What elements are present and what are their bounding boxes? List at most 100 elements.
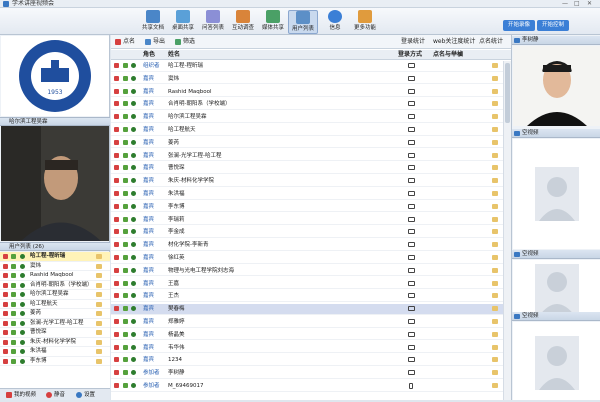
- table-row[interactable]: 嘉宾 窦炜: [111, 74, 503, 85]
- rollcall-button[interactable]: 点名: [123, 35, 135, 49]
- mic-icon[interactable]: [114, 357, 119, 363]
- user-list-item[interactable]: 李东博: [0, 357, 110, 366]
- table-row[interactable]: 嘉宾 樊春梅: [111, 304, 503, 315]
- camera-icon[interactable]: [123, 88, 128, 94]
- user-list-item[interactable]: 哈工程-程昕瑞: [0, 252, 110, 262]
- camera-icon[interactable]: [123, 255, 128, 260]
- hand-icon[interactable]: [492, 165, 498, 171]
- hand-icon[interactable]: [492, 63, 498, 68]
- settings-button[interactable]: 设置: [84, 389, 95, 401]
- hand-icon[interactable]: [492, 242, 498, 248]
- toolbar-info[interactable]: 信息: [320, 10, 350, 34]
- mic-icon[interactable]: [114, 88, 119, 94]
- col-login[interactable]: 登录方式: [398, 50, 422, 60]
- table-row[interactable]: 参加者 M_69469017: [111, 381, 503, 392]
- table-row[interactable]: 嘉宾 1234: [111, 355, 503, 366]
- camera-icon[interactable]: [123, 63, 128, 68]
- hand-icon[interactable]: [492, 331, 498, 337]
- mic-icon[interactable]: [114, 114, 119, 120]
- start-control-button[interactable]: 开始控制: [537, 20, 570, 31]
- camera-icon[interactable]: [123, 75, 128, 81]
- hand-icon[interactable]: [492, 370, 498, 376]
- mic-icon[interactable]: [114, 101, 119, 107]
- table-row[interactable]: 嘉宾 曹悦琛: [111, 163, 503, 174]
- mic-icon[interactable]: [114, 255, 119, 260]
- table-row[interactable]: 嘉宾 哈尔滨工程吴霖: [111, 112, 503, 123]
- table-row[interactable]: 参加者 李树静: [111, 368, 503, 379]
- table-row[interactable]: 嘉宾 Rashid Maqbool: [111, 87, 503, 98]
- camera-icon[interactable]: [123, 383, 128, 388]
- hand-icon[interactable]: [492, 344, 498, 350]
- table-row[interactable]: 嘉宾 王嘉: [111, 279, 503, 290]
- hand-icon[interactable]: [492, 383, 498, 388]
- camera-icon[interactable]: [123, 357, 128, 363]
- table-row[interactable]: 嘉宾 哈工程航天: [111, 125, 503, 136]
- hand-icon[interactable]: [492, 88, 498, 94]
- camera-icon[interactable]: [123, 191, 128, 196]
- mic-icon[interactable]: [114, 280, 119, 286]
- maximize-button[interactable]: □: [574, 0, 580, 8]
- mic-icon[interactable]: [114, 306, 119, 312]
- mic-icon[interactable]: [114, 152, 119, 158]
- scrollbar-thumb[interactable]: [505, 63, 510, 123]
- hand-icon[interactable]: [492, 267, 498, 273]
- hand-icon[interactable]: [492, 280, 498, 286]
- table-row[interactable]: 嘉宾 李瑞莉: [111, 215, 503, 226]
- mic-icon[interactable]: [114, 344, 119, 350]
- hand-icon[interactable]: [492, 152, 498, 158]
- camera-icon[interactable]: [123, 165, 128, 171]
- camera-icon[interactable]: [123, 331, 128, 337]
- camera-icon[interactable]: [123, 319, 128, 324]
- mic-icon[interactable]: [114, 229, 119, 235]
- hand-icon[interactable]: [492, 229, 498, 235]
- hand-icon[interactable]: [492, 114, 498, 120]
- user-list-item[interactable]: 姜芮: [0, 309, 110, 319]
- user-list-item[interactable]: 朱庆-材料化学学院: [0, 338, 110, 347]
- hand-icon[interactable]: [492, 319, 498, 324]
- user-list-item[interactable]: 朱洪福: [0, 347, 110, 357]
- hand-icon[interactable]: [492, 255, 498, 260]
- hand-icon[interactable]: [492, 203, 498, 209]
- camera-icon[interactable]: [123, 267, 128, 273]
- camera-icon[interactable]: [123, 139, 128, 145]
- mic-icon[interactable]: [114, 370, 119, 376]
- mute-button[interactable]: 静音: [54, 389, 65, 401]
- hand-icon[interactable]: [492, 191, 498, 196]
- col-rollcall[interactable]: 点名与举樐: [433, 50, 463, 60]
- hand-icon[interactable]: [492, 75, 498, 81]
- user-list-item[interactable]: Rashid Maqbool: [0, 271, 110, 281]
- my-video-button[interactable]: 我的视频: [14, 389, 36, 401]
- hand-icon[interactable]: [492, 178, 498, 184]
- toolbar-qa-list[interactable]: 问答列表: [198, 10, 228, 34]
- camera-icon[interactable]: [123, 114, 128, 120]
- table-scrollbar[interactable]: [503, 61, 511, 400]
- camera-icon[interactable]: [123, 280, 128, 286]
- camera-icon[interactable]: [123, 127, 128, 132]
- login-stats-button[interactable]: 登录统计: [401, 35, 425, 49]
- toolbar-more[interactable]: 更多功能: [350, 10, 380, 34]
- export-button[interactable]: 导出: [153, 35, 165, 49]
- hand-icon[interactable]: [492, 216, 498, 222]
- mic-icon[interactable]: [114, 216, 119, 222]
- camera-icon[interactable]: [123, 344, 128, 350]
- toolbar-shared-docs[interactable]: 共享文档: [138, 10, 168, 34]
- mic-icon[interactable]: [114, 319, 119, 324]
- mic-icon[interactable]: [114, 165, 119, 171]
- hand-icon[interactable]: [492, 293, 498, 299]
- table-row[interactable]: 嘉宾 杨晶美: [111, 330, 503, 341]
- user-list-item[interactable]: 哈尔滨工程吴霖: [0, 290, 110, 300]
- user-list-item[interactable]: 张澜-光学工程-哈工程: [0, 319, 110, 328]
- user-list-item[interactable]: 哈工程航天: [0, 300, 110, 309]
- camera-icon[interactable]: [123, 152, 128, 158]
- close-button[interactable]: ✕: [587, 0, 592, 8]
- camera-icon[interactable]: [123, 370, 128, 376]
- table-row[interactable]: 嘉宾 物理与光电工程学院刘志海: [111, 266, 503, 277]
- user-list-item[interactable]: 曹悦琛: [0, 328, 110, 338]
- minimize-button[interactable]: —: [562, 0, 568, 8]
- mic-icon[interactable]: [114, 139, 119, 145]
- camera-icon[interactable]: [123, 293, 128, 299]
- mic-icon[interactable]: [114, 267, 119, 273]
- mic-icon[interactable]: [114, 242, 119, 248]
- table-row[interactable]: 嘉宾 李东博: [111, 202, 503, 213]
- mic-icon[interactable]: [114, 293, 119, 299]
